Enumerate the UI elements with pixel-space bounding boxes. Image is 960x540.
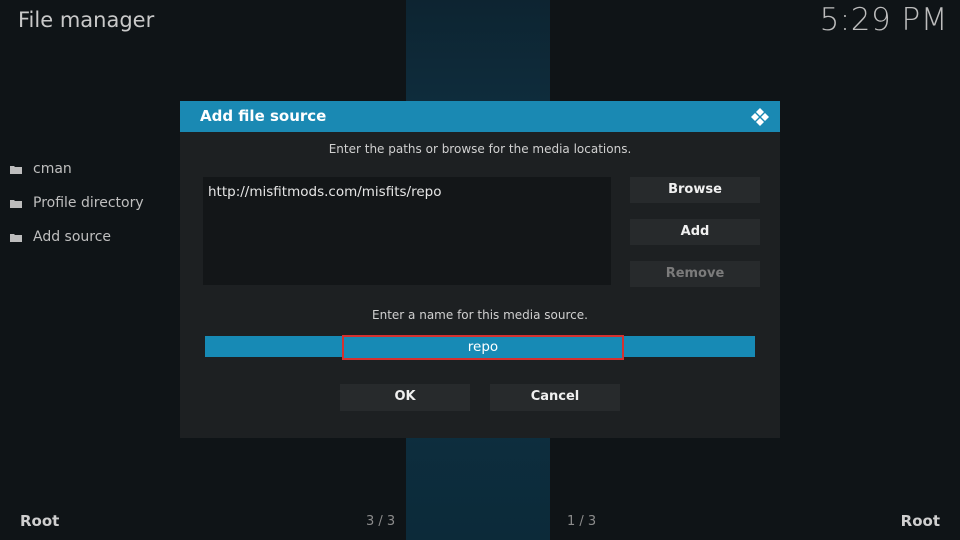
footer-right-count: 1 / 3	[567, 514, 597, 529]
remove-button[interactable]: Remove	[630, 261, 760, 287]
sidebar-list: cman Profile directory Add source	[10, 152, 144, 254]
folder-icon	[10, 233, 22, 242]
sidebar-item-label: Add source	[33, 229, 112, 245]
add-button[interactable]: Add	[630, 219, 760, 245]
name-hint: Enter a name for this media source.	[372, 308, 588, 322]
kodi-logo-icon	[749, 106, 771, 128]
sidebar-item-cman[interactable]: cman	[10, 152, 144, 186]
paths-list[interactable]: http://misfitmods.com/misfits/repo	[203, 177, 611, 285]
path-item[interactable]: http://misfitmods.com/misfits/repo	[208, 184, 441, 200]
ok-button[interactable]: OK	[340, 384, 470, 411]
footer-left-root: Root	[20, 512, 60, 530]
browse-button[interactable]: Browse	[630, 177, 760, 203]
dialog-header: Add file source	[180, 101, 780, 132]
sidebar-item-add-source[interactable]: Add source	[10, 220, 144, 254]
sidebar-item-profile-directory[interactable]: Profile directory	[10, 186, 144, 220]
sidebar-item-label: Profile directory	[33, 195, 144, 211]
clock: 5:29 PM	[819, 2, 948, 38]
sidebar-item-label: cman	[33, 161, 72, 177]
footer-right-root: Root	[900, 512, 940, 530]
add-file-source-dialog: Add file source Enter the paths or brows…	[180, 101, 780, 438]
dialog-title: Add file source	[200, 107, 327, 125]
source-name-input[interactable]: repo	[342, 335, 624, 360]
folder-icon	[10, 199, 22, 208]
paths-hint: Enter the paths or browse for the media …	[328, 142, 632, 156]
folder-icon	[10, 165, 22, 174]
footer-left-count: 3 / 3	[366, 514, 396, 529]
cancel-button[interactable]: Cancel	[490, 384, 620, 411]
app-title: File manager	[18, 8, 155, 32]
